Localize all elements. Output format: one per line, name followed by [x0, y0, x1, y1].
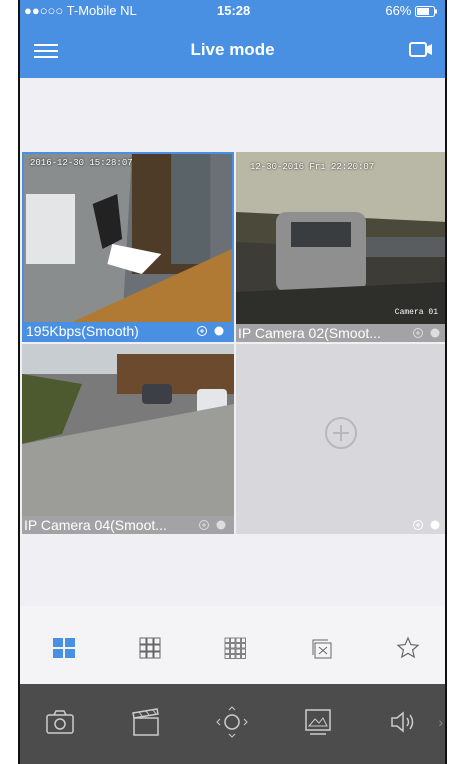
- close-window-icon[interactable]: [310, 636, 334, 660]
- bottom-toolbar: ›: [20, 684, 445, 764]
- camera-label-text: 195Kbps(Smooth): [26, 323, 139, 339]
- zoom-icon[interactable]: [196, 325, 226, 337]
- camera-label: IP Camera 04(Smoot...: [22, 516, 234, 534]
- camera-feed: [22, 344, 234, 516]
- battery-percent: 66%: [385, 3, 412, 18]
- image-quality-icon[interactable]: [300, 704, 336, 740]
- battery-indicator: 66%: [385, 3, 437, 18]
- camera-tile-1[interactable]: 2016-12-30 15:28:07 195Kbps(Smooth): [22, 152, 234, 342]
- camera-label: 195Kbps(Smooth): [24, 322, 232, 340]
- camera-tile-empty[interactable]: [236, 344, 445, 534]
- camera-feed: [236, 152, 445, 324]
- star-icon[interactable]: [396, 636, 420, 660]
- zoom-icon[interactable]: [412, 327, 442, 339]
- battery-icon: [415, 6, 437, 18]
- grid-2x2-icon[interactable]: [52, 636, 76, 660]
- camera-tile-2[interactable]: 12-30-2016 Fri 22:20:07 Camera 01 IP Cam…: [236, 152, 445, 342]
- camera-icon[interactable]: [42, 704, 78, 740]
- camera-label: IP Camera 02(Smoot...: [236, 324, 445, 342]
- osd-timestamp: 12-30-2016 Fri 22:20:07: [250, 162, 375, 172]
- camera-feed: [24, 154, 232, 326]
- app-frame: ●●○○○ T-Mobile NL 15:28 66% Live mode 20…: [18, 0, 447, 764]
- layout-bar: [20, 606, 445, 684]
- zoom-icon[interactable]: [198, 519, 228, 531]
- camera-label-text: IP Camera 02(Smoot...: [238, 325, 381, 341]
- camera-label: [236, 516, 445, 534]
- clapperboard-icon[interactable]: [128, 704, 164, 740]
- clock: 15:28: [217, 3, 251, 18]
- grid-3x3-icon[interactable]: [138, 636, 162, 660]
- speaker-icon[interactable]: [384, 704, 420, 740]
- nav-bar: Live mode: [20, 22, 445, 78]
- page-title: Live mode: [190, 40, 275, 59]
- osd-camera-name: Camera 01: [394, 308, 438, 317]
- carrier: ●●○○○ T-Mobile NL: [24, 3, 137, 18]
- ptz-icon[interactable]: [214, 704, 250, 740]
- camera-label-text: IP Camera 04(Smoot...: [24, 517, 167, 533]
- camera-grid: 2016-12-30 15:28:07 195Kbps(Smooth) 12-3…: [22, 152, 445, 534]
- chevron-right-icon[interactable]: ›: [438, 714, 443, 730]
- camera-tile-3[interactable]: IP Camera 04(Smoot...: [22, 344, 234, 534]
- zoom-icon[interactable]: [412, 519, 442, 531]
- status-bar: ●●○○○ T-Mobile NL 15:28 66%: [20, 0, 445, 22]
- video-camera-icon[interactable]: [407, 38, 435, 60]
- grid-4x4-icon[interactable]: [223, 636, 247, 660]
- add-camera-icon[interactable]: [324, 416, 358, 450]
- osd-timestamp: 2016-12-30 15:28:07: [30, 158, 133, 168]
